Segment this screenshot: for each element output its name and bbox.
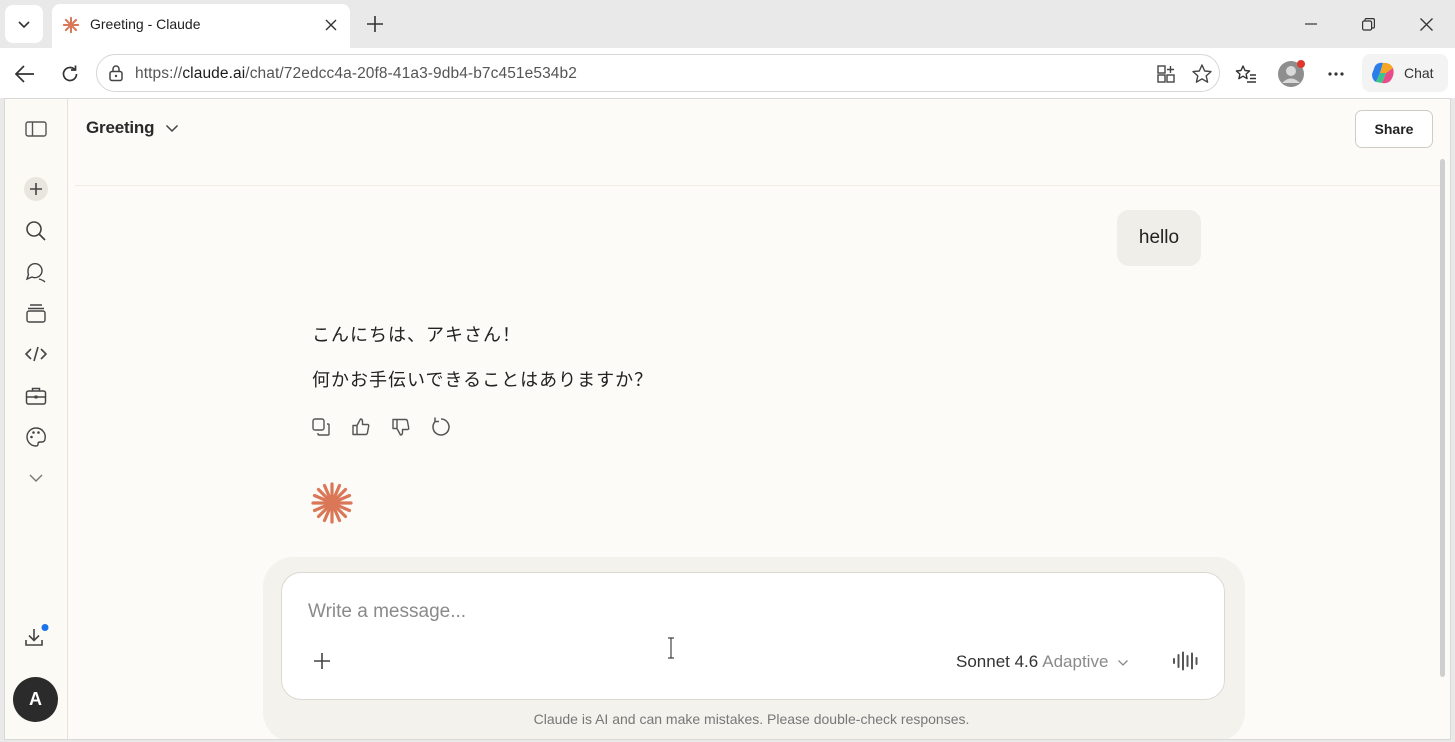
lock-icon (108, 64, 124, 82)
browser-tab-strip: Greeting - Claude (0, 0, 1455, 48)
model-selector[interactable]: Sonnet 4.6 Adaptive (956, 652, 1129, 672)
new-tab-button[interactable] (362, 11, 388, 37)
scrollbar[interactable] (1440, 159, 1445, 677)
assistant-message-line-2: 何かお手伝いできることはありますか？ (312, 370, 654, 391)
minimize-button[interactable] (1288, 8, 1334, 40)
conversation-header: Greeting Share (68, 99, 1450, 159)
projects-icon[interactable] (23, 300, 49, 326)
sidebar: A (5, 99, 68, 739)
assistant-message-line-1: こんにちは、アキさん！ (312, 325, 521, 346)
conversation-title: Greeting (86, 118, 155, 137)
user-message: hello (1117, 210, 1201, 266)
tab-close-button[interactable] (320, 14, 342, 36)
favorites-button[interactable] (1231, 59, 1261, 89)
claude-spark-icon (310, 481, 354, 525)
reload-icon (60, 64, 80, 84)
attach-plus-icon[interactable] (312, 651, 332, 671)
chevron-down-icon (16, 16, 32, 32)
message-input[interactable]: Write a message... (308, 601, 466, 623)
copilot-icon (1370, 60, 1396, 86)
download-icon[interactable] (23, 624, 49, 650)
more-options-button[interactable] (1321, 59, 1351, 89)
message-composer[interactable]: Write a message... Sonnet 4.6 Adaptive (281, 572, 1225, 700)
chats-icon[interactable] (23, 259, 49, 285)
chevron-down-icon (1117, 659, 1129, 667)
close-window-button[interactable] (1403, 8, 1449, 40)
claude-favicon-icon (62, 16, 80, 34)
copy-icon[interactable] (309, 415, 333, 439)
copilot-chat-button[interactable]: Chat (1362, 54, 1448, 92)
more-horizontal-icon (1327, 71, 1345, 77)
disclaimer-text: Claude is AI and can make mistakes. Plea… (533, 711, 970, 727)
tab-list-button[interactable] (5, 5, 43, 43)
chevron-down-icon (165, 124, 179, 133)
browser-tab-active[interactable]: Greeting - Claude (52, 4, 350, 48)
chevron-down-icon[interactable] (23, 465, 49, 491)
model-mode: Adaptive (1042, 652, 1109, 671)
close-icon (1419, 17, 1433, 31)
chat-label: Chat (1404, 65, 1434, 81)
arrow-left-icon (15, 65, 35, 83)
profile-button[interactable] (1276, 59, 1306, 89)
sidebar-toggle-icon[interactable] (23, 116, 49, 142)
code-icon[interactable] (23, 341, 49, 367)
url-text: https://claude.ai/chat/72edcc4a-20f8-41a… (135, 65, 577, 82)
new-chat-icon[interactable] (23, 176, 49, 202)
browser-toolbar: https://claude.ai/chat/72edcc4a-20f8-41a… (0, 48, 1455, 98)
voice-waveform-icon[interactable] (1172, 651, 1200, 671)
plus-icon (366, 15, 384, 33)
thumbs-down-icon[interactable] (389, 415, 413, 439)
restore-button[interactable] (1345, 8, 1391, 40)
restore-icon (1361, 17, 1375, 31)
share-button[interactable]: Share (1355, 110, 1433, 148)
thumbs-up-icon[interactable] (349, 415, 373, 439)
search-icon[interactable] (23, 218, 49, 244)
header-divider (75, 185, 1440, 186)
favorite-star-icon[interactable] (1191, 63, 1213, 85)
tab-title: Greeting - Claude (90, 16, 201, 32)
favorites-list-icon (1235, 64, 1257, 84)
address-bar[interactable]: https://claude.ai/chat/72edcc4a-20f8-41a… (96, 54, 1220, 92)
text-cursor-icon (666, 637, 676, 659)
claude-page: A Greeting Share hello こんにちは、アキさん！ 何かお手伝… (4, 98, 1451, 740)
model-name: Sonnet 4.6 (956, 652, 1039, 671)
minimize-icon (1305, 18, 1317, 30)
tools-icon[interactable] (23, 383, 49, 409)
reload-button[interactable] (55, 59, 85, 89)
app-available-icon[interactable] (1156, 64, 1176, 84)
retry-icon[interactable] (429, 415, 453, 439)
back-button[interactable] (10, 59, 40, 89)
conversation-title-button[interactable]: Greeting (86, 118, 179, 138)
profile-icon (1276, 59, 1306, 89)
close-icon (325, 19, 337, 31)
artifacts-icon[interactable] (23, 424, 49, 450)
